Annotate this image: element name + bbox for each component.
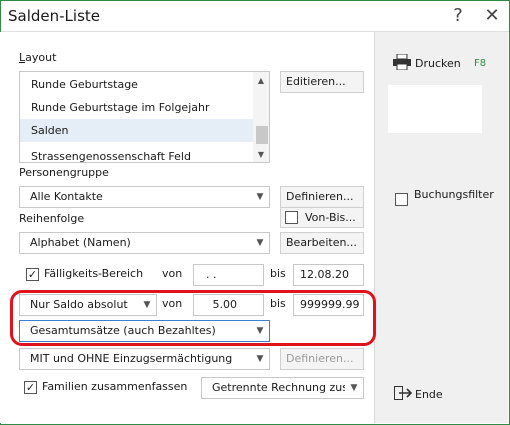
familien-checkbox[interactable]: ✓ <box>24 381 37 394</box>
preview-area <box>388 85 482 133</box>
scroll-thumb[interactable] <box>256 126 268 144</box>
einzug-select[interactable]: MIT und OHNE Einzugsermächtigung ▼ <box>19 348 270 370</box>
faelligkeit-bis-field[interactable]: 12.08.20 <box>293 264 364 286</box>
buchungsfilter-checkbox[interactable] <box>395 193 408 206</box>
faelligkeit-checkbox[interactable]: ✓ <box>26 268 39 281</box>
faelligkeit-bis-label: bis <box>270 267 286 280</box>
personengruppe-value: Alle Kontakte <box>30 190 103 203</box>
einzug-value: MIT und OHNE Einzugsermächtigung <box>30 352 233 365</box>
printer-icon[interactable] <box>393 54 411 70</box>
faelligkeit-von-label: von <box>162 267 183 280</box>
einzug-define-button: Definieren... <box>280 348 364 370</box>
personengruppe-label: Personengruppe <box>19 166 109 179</box>
layout-edit-button[interactable]: Editieren... <box>280 71 364 93</box>
layout-label: Layout <box>19 51 57 64</box>
list-item[interactable]: Runde Geburtstage <box>20 73 253 96</box>
title-bar: Salden-Liste ? ✕ <box>1 1 509 32</box>
red-highlight-annotation <box>10 290 376 346</box>
list-item-selected[interactable]: Salden <box>20 119 253 142</box>
layout-label-rest: ayout <box>25 51 57 64</box>
print-shortcut: F8 <box>474 58 487 69</box>
personengruppe-select[interactable]: Alle Kontakte ▼ <box>19 186 270 208</box>
faelligkeit-label: Fälligkeits-Bereich <box>44 267 144 280</box>
help-icon[interactable]: ? <box>445 4 471 28</box>
chevron-down-icon: ▼ <box>251 187 269 207</box>
von-bis-label: Von-Bis... <box>305 211 356 224</box>
chevron-down-icon: ▼ <box>251 349 269 369</box>
chevron-down-icon: ▼ <box>345 378 363 398</box>
rechnung-select[interactable]: Getrennte Rechnung zusa ▼ <box>201 377 364 399</box>
list-item[interactable]: Strassengenossenschaft Feld <box>20 145 253 162</box>
exit-button[interactable]: Ende <box>415 388 443 401</box>
reihenfolge-edit-button[interactable]: Bearbeiten... <box>280 232 364 254</box>
close-icon[interactable]: ✕ <box>479 4 505 28</box>
scroll-down-icon[interactable]: ▼ <box>253 148 269 162</box>
scroll-up-icon[interactable]: ▲ <box>253 74 269 88</box>
reihenfolge-value: Alphabet (Namen) <box>30 236 131 249</box>
personengruppe-define-button[interactable]: Definieren... <box>280 186 364 208</box>
reihenfolge-select[interactable]: Alphabet (Namen) ▼ <box>19 232 270 254</box>
list-item[interactable]: Runde Geburtstage im Folgejahr <box>20 96 253 119</box>
rechnung-value: Getrennte Rechnung zusa <box>212 381 355 394</box>
familien-label: Familien zusammenfassen <box>42 380 188 393</box>
von-bis-checkbox[interactable] <box>285 211 298 224</box>
faelligkeit-von-field[interactable]: . . <box>193 264 264 286</box>
reihenfolge-label: Reihenfolge <box>19 212 85 225</box>
layout-list-scrollbar[interactable]: ▲ ▼ <box>253 72 269 162</box>
print-button[interactable]: Drucken <box>415 57 461 70</box>
exit-icon[interactable] <box>394 386 412 400</box>
dialog-title: Salden-Liste <box>8 7 100 25</box>
layout-list[interactable]: Runde Geburtstage Runde Geburtstage im F… <box>19 71 270 163</box>
chevron-down-icon: ▼ <box>251 233 269 253</box>
buchungsfilter-label: Buchungsfilter <box>414 188 494 201</box>
